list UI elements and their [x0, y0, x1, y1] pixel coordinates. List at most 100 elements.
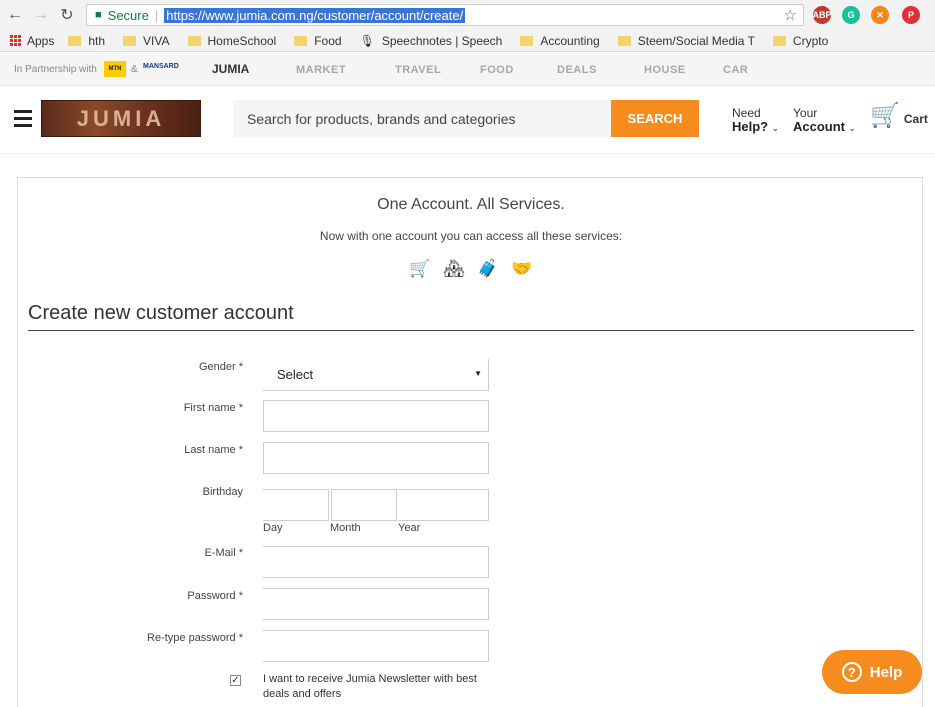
birthday-month-field[interactable]: [331, 489, 397, 521]
gender-value: Select: [277, 367, 314, 382]
bookmark-speechnotes[interactable]: 🎙 Speechnotes | Speech: [360, 34, 503, 48]
site-header: JUMIA Search for products, brands and ca…: [0, 86, 935, 154]
services-title: One Account. All Services.: [377, 196, 565, 213]
browser-toolbar: ← → ↻ ■ Secure | https://www.jumia.com.n…: [0, 0, 935, 30]
bookmark-food[interactable]: Food: [294, 33, 342, 48]
service-market[interactable]: MARKET: [296, 64, 346, 76]
market-cart-icon: 🛒: [409, 259, 431, 278]
retype-password-label: Re-type password *: [147, 632, 243, 644]
search-input[interactable]: Search for products, brands and categori…: [233, 100, 611, 137]
retype-password-field[interactable]: [263, 630, 489, 662]
password-label: Password *: [187, 590, 243, 602]
url-text[interactable]: https://www.jumia.com.ng/customer/accoun…: [164, 7, 466, 23]
question-icon: ?: [841, 662, 862, 682]
lock-icon: ■: [95, 9, 102, 21]
reload-icon[interactable]: ↻: [56, 4, 78, 26]
gender-select[interactable]: Select ▼: [263, 359, 489, 391]
partner-amp: &: [131, 64, 138, 75]
deals-handshake-icon: 🤝: [511, 259, 533, 278]
divider: |: [154, 7, 159, 23]
birthday-day-field[interactable]: [263, 489, 329, 521]
pinterest-extension-icon[interactable]: P: [902, 6, 920, 24]
back-icon[interactable]: ←: [4, 4, 26, 26]
service-travel[interactable]: TRAVEL: [395, 64, 441, 76]
service-food[interactable]: FOOD: [480, 64, 514, 76]
search-button[interactable]: SEARCH: [611, 100, 699, 137]
bookmark-hth[interactable]: hth: [68, 34, 105, 48]
apps-grid-icon[interactable]: [10, 35, 21, 46]
grammarly-extension-icon[interactable]: G: [842, 6, 860, 24]
newsletter-checkbox[interactable]: ✓: [230, 675, 241, 686]
folder-icon: [187, 35, 201, 46]
bookmark-star-icon[interactable]: ☆: [784, 6, 797, 24]
bookmark-label: hth: [88, 33, 106, 48]
day-label: Day: [263, 522, 283, 534]
email-label: E-Mail *: [204, 547, 243, 559]
service-deals[interactable]: DEALS: [557, 64, 597, 76]
bookmark-label: Accounting: [540, 33, 600, 48]
need-help-link[interactable]: Need Help? ⌄: [732, 106, 779, 135]
bookmark-crypto[interactable]: Crypto: [772, 33, 829, 48]
menu-icon[interactable]: [14, 110, 32, 127]
services-subtitle: Now with one account you can access all …: [319, 229, 623, 243]
account-bottom: Account: [793, 119, 845, 134]
cart-link[interactable]: 🛒 Cart: [870, 104, 928, 128]
chevron-down-icon: ⌄: [848, 123, 856, 133]
bookmark-viva[interactable]: VIVA: [123, 33, 170, 48]
account-link[interactable]: Your Account ⌄: [793, 106, 856, 135]
need-help-bottom: Help?: [732, 119, 769, 134]
cart-label: Cart: [903, 112, 928, 126]
cart-icon: 🛒: [870, 102, 900, 129]
bookmark-homeschool[interactable]: HomeSchool: [187, 34, 276, 48]
folder-icon: [520, 35, 534, 46]
month-label: Month: [330, 522, 361, 534]
house-icon: 🏘: [443, 259, 465, 278]
first-name-field[interactable]: [263, 400, 489, 432]
service-icons: 🛒 🏘 🧳 🤝: [409, 258, 533, 280]
secure-label: Secure: [107, 7, 149, 23]
abp-extension-icon[interactable]: ABP: [813, 6, 832, 24]
folder-icon: [617, 35, 631, 46]
gender-label: Gender *: [198, 361, 243, 373]
jumia-logo[interactable]: JUMIA: [41, 100, 201, 137]
folder-icon: [772, 35, 786, 46]
folder-icon: [123, 35, 137, 46]
last-name-field[interactable]: [263, 442, 489, 474]
partner-label: In Partnership with: [14, 64, 97, 75]
bookmark-label: Food: [314, 33, 342, 48]
caret-down-icon: ▼: [474, 369, 482, 378]
bookmark-steem[interactable]: Steem/Social Media T: [617, 33, 755, 48]
page-title: Create new customer account: [28, 302, 294, 324]
travel-luggage-icon: 🧳: [477, 259, 499, 278]
birthday-year-field[interactable]: [398, 489, 489, 521]
bookmark-label: VIVA: [143, 33, 170, 48]
service-house[interactable]: HOUSE: [644, 64, 686, 76]
divider: [28, 330, 914, 331]
service-car[interactable]: CAR: [723, 64, 748, 76]
first-name-label: First name *: [183, 402, 243, 414]
microphone-icon: 🎙: [359, 33, 375, 48]
folder-icon: [294, 35, 308, 46]
account-create-panel: One Account. All Services. Now with one …: [17, 177, 923, 707]
chevron-down-icon: ⌄: [771, 123, 780, 133]
account-top: Your: [793, 106, 818, 120]
password-field[interactable]: [263, 588, 489, 620]
partner-strip: In Partnership with MTN & MANSARD JUMIA …: [0, 53, 935, 86]
bookmark-label: Crypto: [792, 33, 829, 48]
bookmarks-bar: Apps hth VIVA HomeSchool Food 🎙 Speechnot…: [0, 30, 935, 52]
bookmark-apps[interactable]: Apps: [27, 34, 54, 48]
address-bar[interactable]: ■ Secure | https://www.jumia.com.ng/cust…: [86, 4, 804, 26]
year-label: Year: [398, 522, 421, 534]
bookmark-accounting[interactable]: Accounting: [520, 33, 600, 48]
bookmark-label: Speechnotes | Speech: [381, 33, 503, 48]
help-label: Help: [869, 663, 903, 681]
help-button[interactable]: ? Help: [822, 650, 922, 694]
birthday-label: Birthday: [202, 486, 243, 498]
bookmark-label: Steem/Social Media T: [637, 33, 755, 48]
metamask-extension-icon[interactable]: ✕: [871, 6, 889, 24]
jumia-service-link[interactable]: JUMIA: [212, 62, 249, 76]
forward-icon[interactable]: →: [30, 4, 52, 26]
email-field[interactable]: [263, 546, 489, 578]
mansard-logo: MANSARD: [143, 63, 179, 70]
mtn-logo: MTN: [104, 61, 126, 77]
